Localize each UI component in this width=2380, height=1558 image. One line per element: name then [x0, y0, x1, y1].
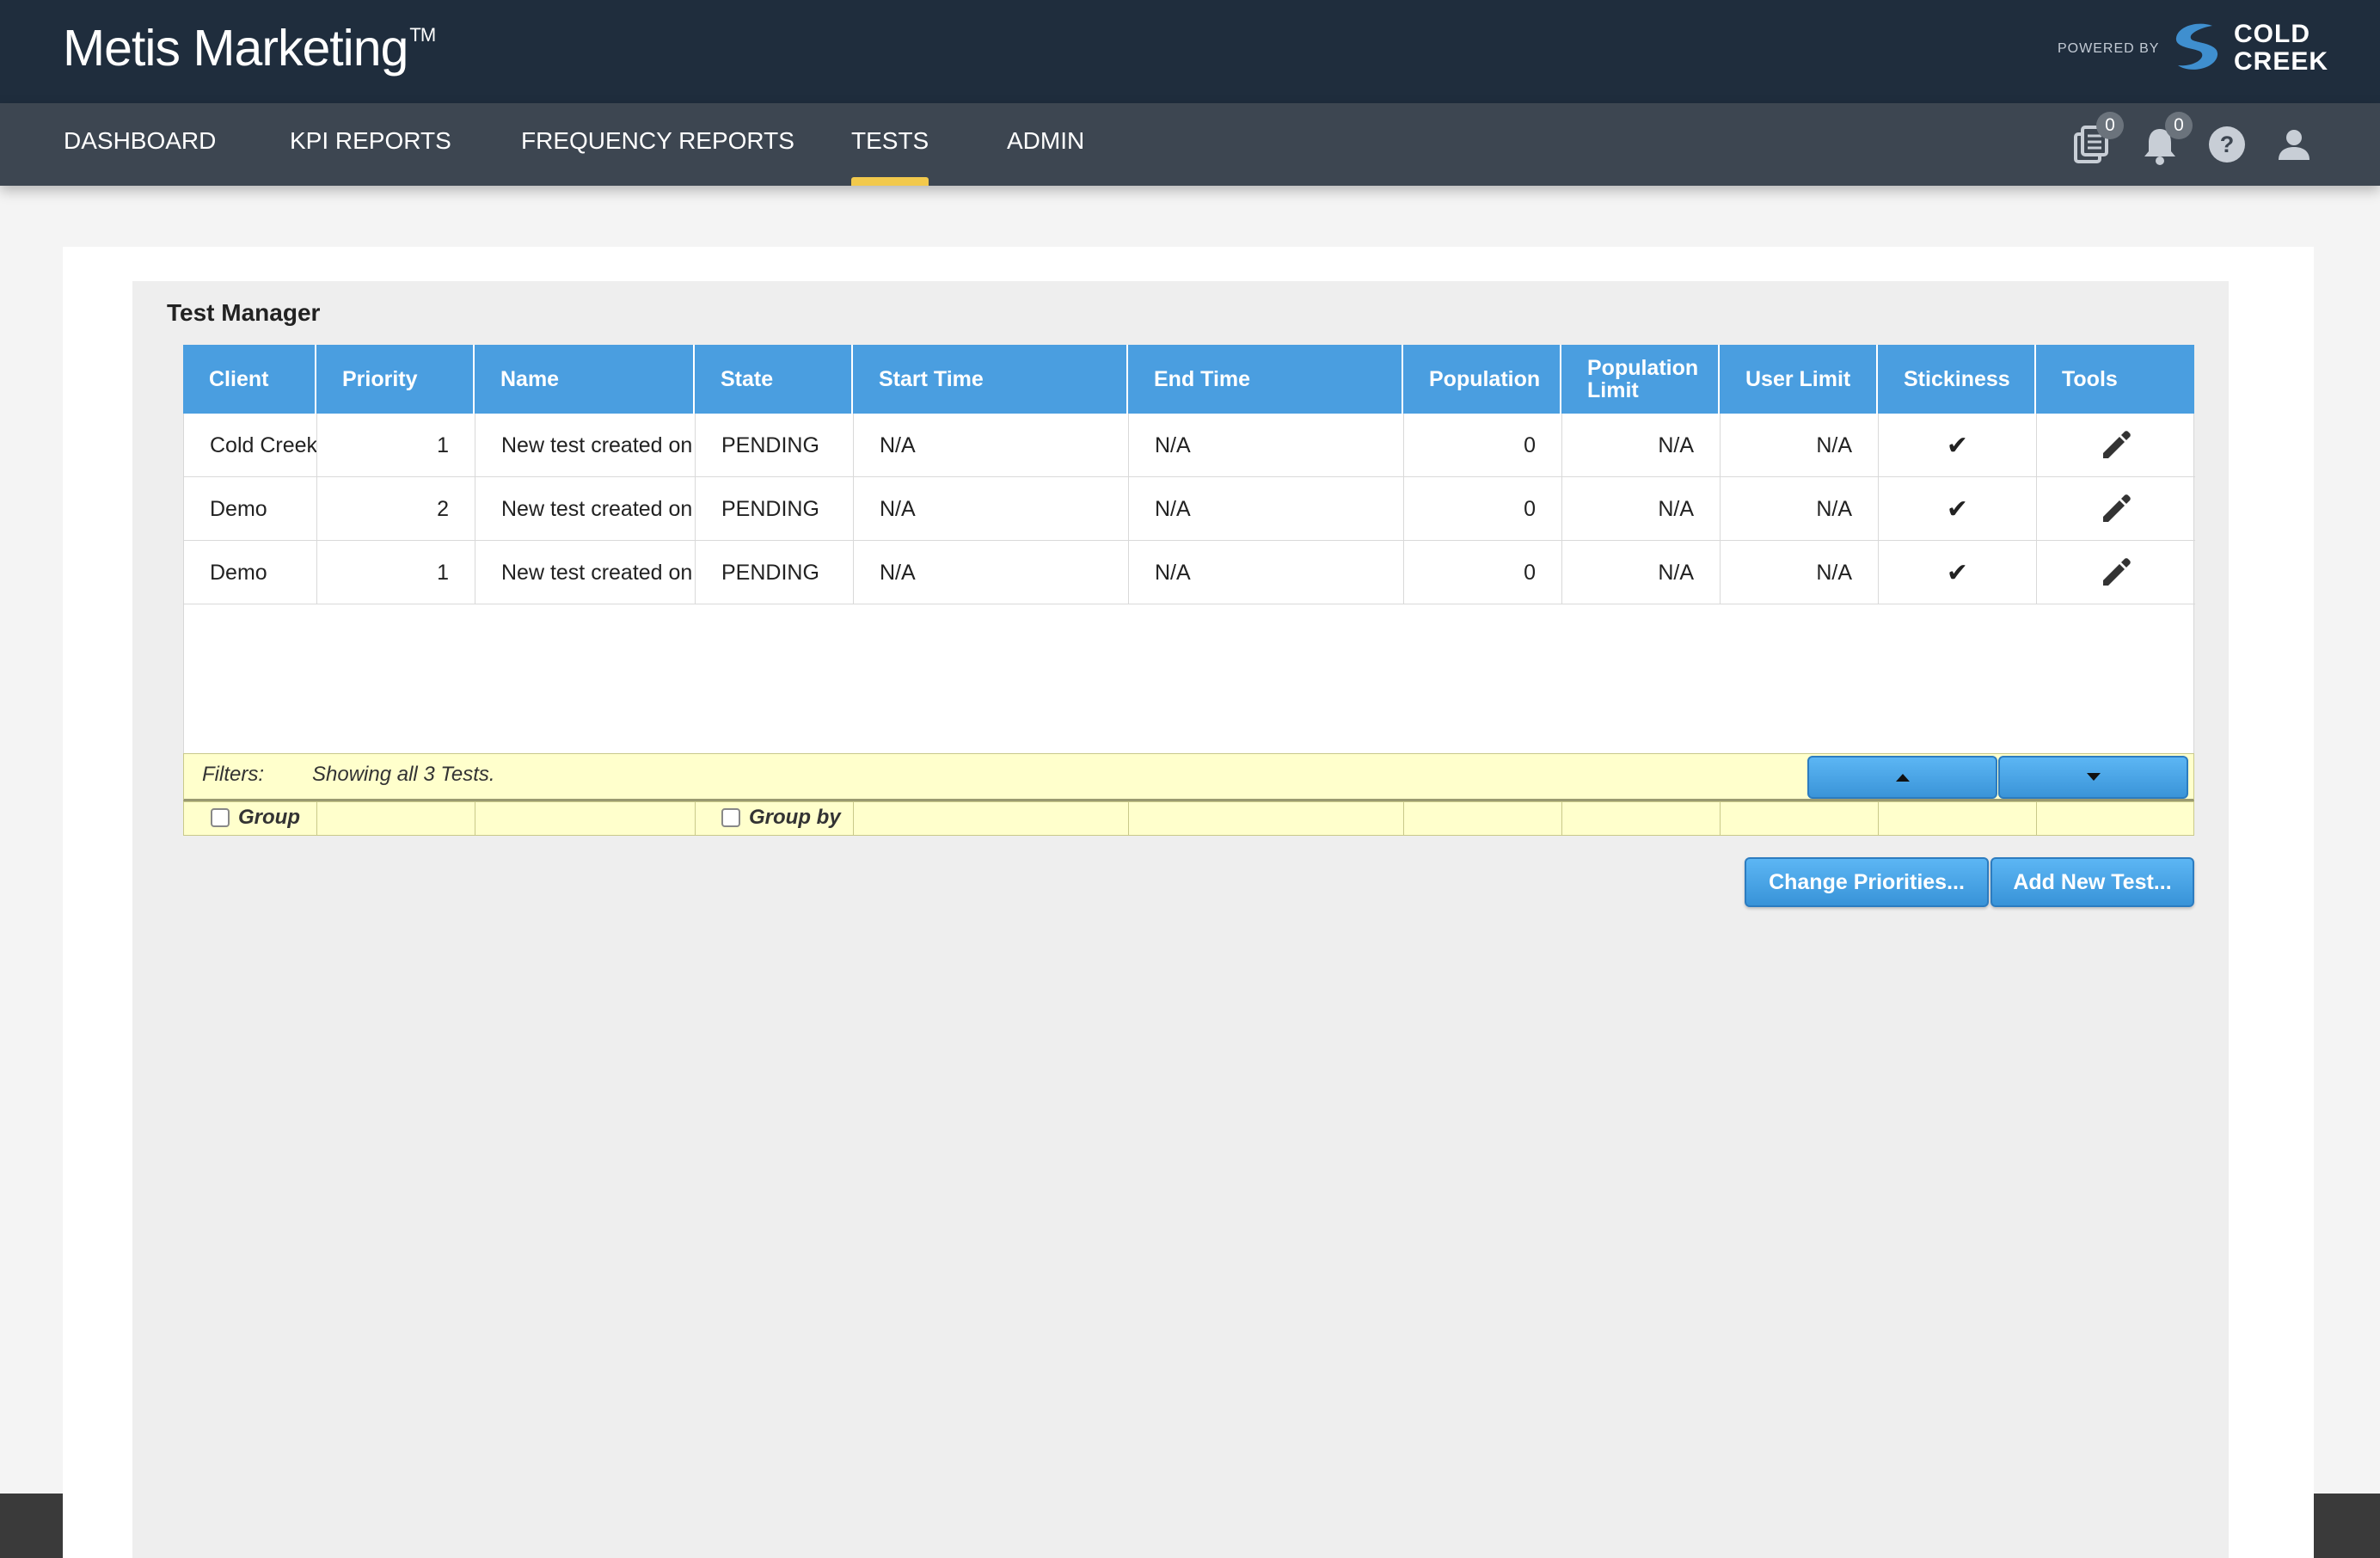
filters-label: Filters: — [202, 763, 264, 786]
cell-priority: 1 — [317, 541, 475, 604]
cell-priority: 1 — [317, 414, 475, 477]
column-header-start-time[interactable]: Start Time — [853, 345, 1128, 414]
bell-icon[interactable]: 0 — [2138, 112, 2193, 167]
cell-stickiness: ✔ — [1879, 414, 2037, 477]
group-checkbox[interactable]: Group — [211, 806, 300, 830]
checkbox-icon — [721, 808, 740, 827]
cell-population-limit: N/A — [1562, 541, 1721, 604]
cell-population: 0 — [1404, 541, 1562, 604]
cell-population: 0 — [1404, 477, 1562, 541]
column-header-tools[interactable]: Tools — [2036, 345, 2194, 414]
cell-name: New test created on 2 — [475, 541, 696, 604]
svg-text:?: ? — [2220, 132, 2235, 157]
cell-tools — [2037, 541, 2195, 604]
powered-by-label: POWERED BY — [2058, 41, 2160, 56]
cell-population: 0 — [1404, 414, 1562, 477]
column-header-state[interactable]: State — [695, 345, 853, 414]
cell-state: PENDING — [696, 541, 854, 604]
cell-start-time: N/A — [854, 477, 1129, 541]
page-title: Test Manager — [167, 299, 321, 326]
reports-icon[interactable]: 0 — [2069, 112, 2124, 167]
cell-tools — [2037, 477, 2195, 541]
change-priorities-button[interactable]: Change Priorities... — [1745, 857, 1989, 907]
page-edge-left — [0, 1494, 63, 1558]
nav-tests[interactable]: TESTS — [851, 127, 929, 186]
cell-user-limit: N/A — [1721, 541, 1879, 604]
cell-name: New test created on 2 — [475, 477, 696, 541]
scroll-up-button[interactable] — [1807, 756, 1997, 799]
cell-user-limit: N/A — [1721, 414, 1879, 477]
column-header-name[interactable]: Name — [475, 345, 695, 414]
group-by-checkbox[interactable]: Group by — [721, 806, 841, 830]
column-header-stickiness[interactable]: Stickiness — [1878, 345, 2036, 414]
cell-end-time: N/A — [1129, 541, 1404, 604]
nav-frequency-reports[interactable]: FREQUENCY REPORTS — [521, 127, 794, 155]
help-icon[interactable]: ? — [2205, 122, 2249, 167]
reports-badge: 0 — [2096, 112, 2124, 139]
column-header-end-time[interactable]: End Time — [1128, 345, 1403, 414]
cell-end-time: N/A — [1129, 477, 1404, 541]
edit-pencil-icon[interactable] — [2098, 555, 2134, 591]
column-header-user-limit[interactable]: User Limit — [1720, 345, 1878, 414]
cell-end-time: N/A — [1129, 414, 1404, 477]
table-header: Client Priority Name State Start Time En… — [183, 345, 2194, 414]
cell-name: New test created on 2 — [475, 414, 696, 477]
cold-creek-name: COLD CREEK — [2234, 20, 2329, 76]
cell-tools — [2037, 414, 2195, 477]
cell-stickiness: ✔ — [1879, 477, 2037, 541]
table-row[interactable]: Demo 2 New test created on 2 PENDING N/A… — [184, 477, 2195, 541]
edit-pencil-icon[interactable] — [2098, 427, 2134, 463]
cell-start-time: N/A — [854, 414, 1129, 477]
cell-client: Demo — [184, 541, 317, 604]
column-header-population[interactable]: Population — [1403, 345, 1561, 414]
page-edge-right — [2314, 1494, 2380, 1558]
cell-client: Cold Creek — [184, 414, 317, 477]
cell-start-time: N/A — [854, 541, 1129, 604]
cell-client: Demo — [184, 477, 317, 541]
caret-up-icon — [1895, 774, 1910, 782]
cell-population-limit: N/A — [1562, 477, 1721, 541]
add-new-test-button[interactable]: Add New Test... — [1990, 857, 2194, 907]
table-row[interactable]: Demo 1 New test created on 2 PENDING N/A… — [184, 541, 2195, 604]
caret-down-icon — [2086, 773, 2101, 781]
app-header: Metis MarketingTM POWERED BY COLD CREEK — [0, 0, 2380, 103]
tests-table: Client Priority Name State Start Time En… — [183, 345, 2195, 836]
group-bar: Group Group by — [183, 801, 2194, 836]
cell-state: PENDING — [696, 414, 854, 477]
cell-population-limit: N/A — [1562, 414, 1721, 477]
checkbox-icon — [211, 808, 230, 827]
table-row[interactable]: Cold Creek 1 New test created on 2 PENDI… — [184, 414, 2195, 477]
filter-bar: Filters: Showing all 3 Tests. — [183, 753, 2194, 801]
main-nav: DASHBOARD KPI REPORTS FREQUENCY REPORTS … — [0, 103, 2380, 186]
cell-state: PENDING — [696, 477, 854, 541]
column-header-client[interactable]: Client — [183, 345, 316, 414]
column-header-priority[interactable]: Priority — [316, 345, 475, 414]
brand-logo[interactable]: Metis MarketingTM — [63, 19, 436, 77]
scroll-down-button[interactable] — [1998, 756, 2188, 799]
cell-user-limit: N/A — [1721, 477, 1879, 541]
cold-creek-logo-icon — [2175, 23, 2218, 70]
cell-priority: 2 — [317, 477, 475, 541]
nav-admin[interactable]: ADMIN — [1007, 127, 1084, 155]
edit-pencil-icon[interactable] — [2098, 491, 2134, 527]
nav-dashboard[interactable]: DASHBOARD — [64, 127, 216, 155]
filters-summary: Showing all 3 Tests. — [312, 763, 495, 786]
cell-stickiness: ✔ — [1879, 541, 2037, 604]
notifications-badge: 0 — [2165, 112, 2193, 139]
user-icon[interactable] — [2272, 122, 2316, 167]
column-header-population-limit[interactable]: Population Limit — [1561, 345, 1720, 414]
nav-kpi-reports[interactable]: KPI REPORTS — [290, 127, 451, 155]
